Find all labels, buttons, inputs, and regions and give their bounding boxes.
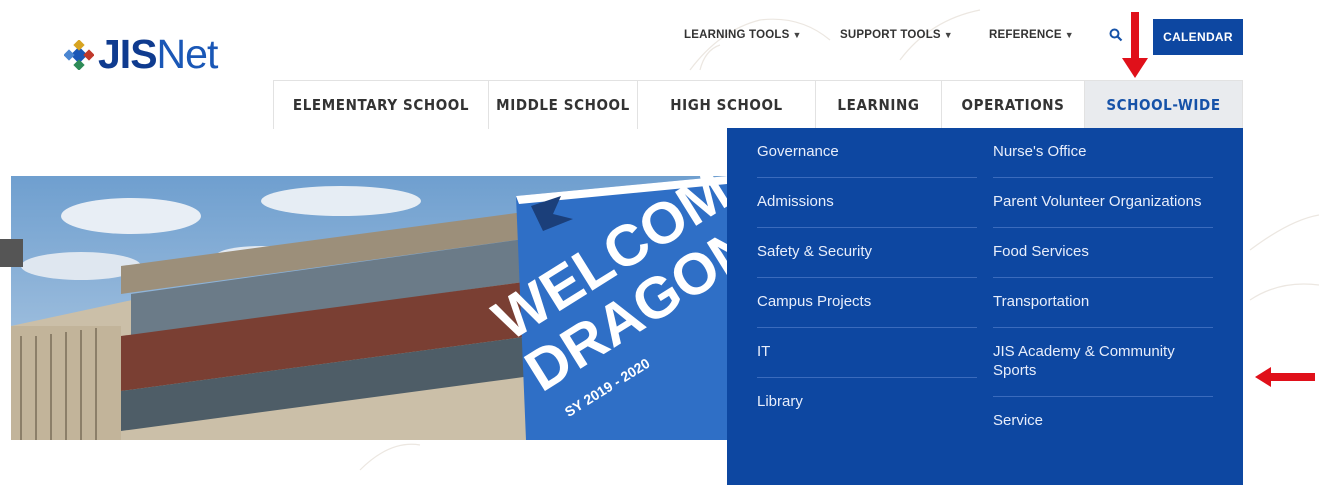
menu-item-service[interactable]: Service <box>993 397 1213 446</box>
logo-text-bold: JIS <box>98 31 158 77</box>
util-nav-learning-tools[interactable]: LEARNING TOOLS ▼ <box>684 29 802 41</box>
caret-down-icon: ▼ <box>792 30 802 40</box>
nav-middle-school[interactable]: MIDDLE SCHOOL <box>488 81 637 129</box>
logo-wordmark: JISNet <box>98 31 219 77</box>
nav-learning[interactable]: LEARNING <box>815 81 941 129</box>
logo-snowflake-icon <box>64 39 94 70</box>
util-nav-support-tools[interactable]: SUPPORT TOOLS ▼ <box>840 29 953 41</box>
annotation-arrow-down-icon <box>1122 12 1148 78</box>
hero-photo: WELCOM DRAGONS SY 2019 - 2020 <box>11 176 727 440</box>
annotation-arrow-left-icon <box>1255 367 1315 387</box>
menu-item-jis-academy-community-sports[interactable]: JIS Academy & Community Sports <box>993 328 1213 397</box>
menu-item-transportation[interactable]: Transportation <box>993 278 1213 328</box>
nav-elementary-school[interactable]: ELEMENTARY SCHOOL <box>273 81 488 129</box>
caret-down-icon: ▼ <box>1064 30 1074 40</box>
util-nav-label: SUPPORT TOOLS <box>840 29 941 41</box>
search-icon[interactable] <box>1109 28 1123 42</box>
site-logo[interactable]: JISNet <box>64 31 219 77</box>
logo-text-light: Net <box>156 31 219 77</box>
util-nav-label: LEARNING TOOLS <box>684 29 790 41</box>
dropdown-left-column: Governance Admissions Safety & Security … <box>757 128 977 427</box>
util-nav-reference[interactable]: REFERENCE ▼ <box>989 29 1074 41</box>
main-navigation: ELEMENTARY SCHOOL MIDDLE SCHOOL HIGH SCH… <box>273 80 1243 129</box>
caret-down-icon: ▼ <box>943 30 953 40</box>
menu-item-admissions[interactable]: Admissions <box>757 178 977 228</box>
menu-item-food-services[interactable]: Food Services <box>993 228 1213 278</box>
hero-image: WELCOM DRAGONS SY 2019 - 2020 <box>11 176 727 440</box>
menu-item-safety-security[interactable]: Safety & Security <box>757 228 977 278</box>
menu-item-library[interactable]: Library <box>757 378 977 427</box>
menu-item-parent-volunteer-organizations[interactable]: Parent Volunteer Organizations <box>993 178 1213 228</box>
school-wide-dropdown-menu: Governance Admissions Safety & Security … <box>727 128 1243 485</box>
menu-item-governance[interactable]: Governance <box>757 128 977 178</box>
util-nav-label: REFERENCE <box>989 29 1062 41</box>
menu-item-it[interactable]: IT <box>757 328 977 378</box>
nav-high-school[interactable]: HIGH SCHOOL <box>637 81 815 129</box>
dropdown-right-column: Nurse's Office Parent Volunteer Organiza… <box>993 128 1213 446</box>
slider-prev-tab[interactable] <box>0 239 23 267</box>
menu-item-nurses-office[interactable]: Nurse's Office <box>993 128 1213 178</box>
nav-operations[interactable]: OPERATIONS <box>941 81 1084 129</box>
calendar-button[interactable]: CALENDAR <box>1153 19 1243 55</box>
menu-item-campus-projects[interactable]: Campus Projects <box>757 278 977 328</box>
nav-school-wide[interactable]: SCHOOL-WIDE <box>1084 81 1243 129</box>
